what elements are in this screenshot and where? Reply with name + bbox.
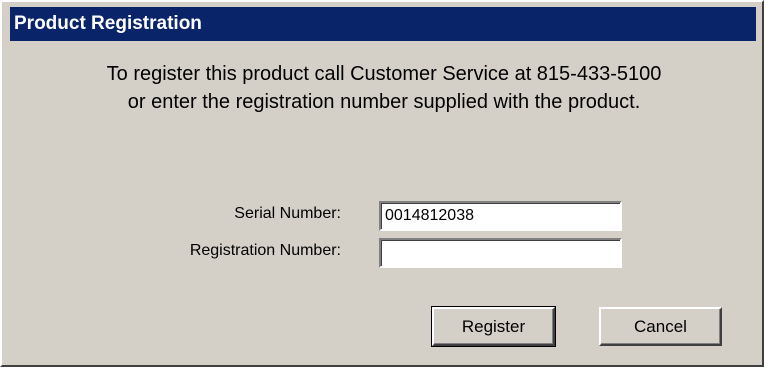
dialog-title: Product Registration	[14, 13, 202, 34]
product-registration-dialog: Product Registration To register this pr…	[0, 0, 764, 367]
register-button[interactable]: Register	[431, 306, 556, 347]
instruction-message: To register this product call Customer S…	[16, 60, 752, 116]
registration-number-field[interactable]	[379, 238, 622, 268]
serial-number-label: Serial Number:	[234, 205, 341, 222]
instruction-line-2: or enter the registration number supplie…	[127, 91, 641, 113]
serial-number-field[interactable]	[379, 201, 622, 231]
dialog-title-bar[interactable]: Product Registration	[10, 7, 756, 41]
cancel-button[interactable]: Cancel	[599, 307, 722, 346]
registration-number-label: Registration Number:	[189, 242, 341, 259]
instruction-line-1: To register this product call Customer S…	[106, 63, 662, 85]
